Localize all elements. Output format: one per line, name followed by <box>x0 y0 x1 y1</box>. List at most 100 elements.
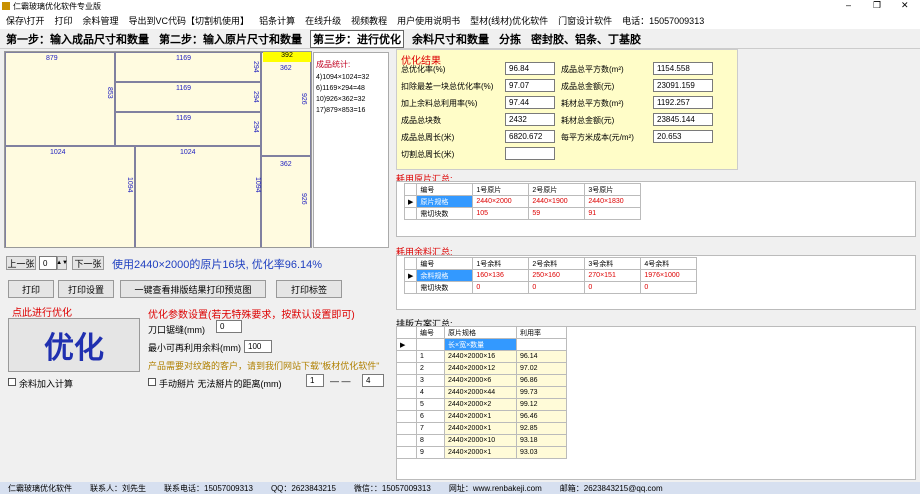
table-cell[interactable]: 0 <box>640 281 698 294</box>
layout-canvas[interactable]: 879 853 1169 294 1169 294 1169 294 362 926 36… <box>4 51 312 248</box>
step-1[interactable]: 第一步：输入成品尺寸和数量 <box>4 31 151 47</box>
table-cell[interactable]: 2440×2000×2 <box>444 398 517 411</box>
table-row[interactable]: 7 2440×2000×1 92.85 <box>396 422 567 435</box>
table-cell[interactable]: 0 <box>528 281 586 294</box>
page-spinner[interactable]: ▲▼ <box>56 256 68 270</box>
table-cell[interactable] <box>516 338 567 351</box>
maximize-icon[interactable]: ❐ <box>873 0 881 11</box>
leftover-checkbox[interactable] <box>8 378 16 386</box>
table-row[interactable]: ▶ 余料规格 160×136 250×160 270×151 1976×1000 <box>403 269 698 282</box>
next-page-button[interactable]: 下一张 <box>72 256 104 270</box>
table-cell[interactable]: 1976×1000 <box>640 269 698 282</box>
table-cell[interactable]: 2440×2000×1 <box>444 446 517 459</box>
table-cell[interactable]: 2440×2000×10 <box>444 434 517 447</box>
table-cell[interactable]: 0 <box>584 281 642 294</box>
table-cell[interactable]: 2440×2000×1 <box>444 422 517 435</box>
result-value[interactable]: 2432 <box>505 113 555 126</box>
min-leftover-input[interactable]: 100 <box>244 340 272 353</box>
manual-distance-1[interactable]: 1 <box>306 374 324 387</box>
table-cell[interactable]: 250×160 <box>528 269 586 282</box>
table-row[interactable]: 8 2440×2000×10 93.18 <box>396 434 567 447</box>
table-row[interactable]: 2 2440×2000×12 97.02 <box>396 362 567 375</box>
table-cell[interactable]: 0 <box>472 281 530 294</box>
table-row[interactable]: 9 2440×2000×1 93.03 <box>396 446 567 459</box>
optimize-button[interactable]: 优化 <box>8 318 140 372</box>
table-row[interactable]: 3 2440×2000×6 96.86 <box>396 374 567 387</box>
table-cell[interactable]: 1 <box>416 350 445 363</box>
table-cell[interactable]: 105 <box>472 207 530 220</box>
table-cell[interactable]: 2440×1900 <box>528 195 586 208</box>
manual-distance-2[interactable]: 4 <box>362 374 384 387</box>
page-input[interactable]: 0 <box>39 256 57 270</box>
table-cell[interactable]: 93.03 <box>516 446 567 459</box>
table-row[interactable]: ▶ 长×宽×数量 <box>396 338 567 351</box>
result-value[interactable]: 6820.672 <box>505 130 555 143</box>
minimize-icon[interactable]: – <box>846 0 851 10</box>
table-cell[interactable]: 需切块数 <box>416 207 474 220</box>
table-row[interactable]: ▶ 原片规格 2440×2000 2440×1900 2440×1830 <box>403 195 642 208</box>
table-row[interactable]: 6 2440×2000×1 96.46 <box>396 410 567 423</box>
table-row[interactable]: 4 2440×2000×44 99.73 <box>396 386 567 399</box>
table-row[interactable]: 需切块数 0 0 0 0 <box>403 281 698 294</box>
result-value[interactable]: 97.44 <box>505 96 555 109</box>
result-value[interactable]: 96.84 <box>505 62 555 75</box>
prev-page-button[interactable]: 上一张 <box>6 256 36 270</box>
table-cell[interactable]: 2440×2000×16 <box>444 350 517 363</box>
table-cell[interactable]: 160×136 <box>472 269 530 282</box>
menu-door[interactable]: 门窗设计软件 <box>558 14 612 27</box>
print-button[interactable]: 打印 <box>8 280 54 298</box>
preview-button[interactable]: 一键查看排版结果打印预览图 <box>120 280 266 298</box>
table-cell[interactable]: 99.12 <box>516 398 567 411</box>
table-cell[interactable]: 2440×2000×44 <box>444 386 517 399</box>
menu-leftover[interactable]: 余料管理 <box>83 14 119 27</box>
result-value[interactable]: 20.653 <box>653 130 713 143</box>
print-setup-button[interactable]: 打印设置 <box>58 280 114 298</box>
result-value[interactable]: 1192.257 <box>653 96 713 109</box>
table-cell[interactable]: 2440×2000×6 <box>444 374 517 387</box>
table-cell[interactable]: 96.86 <box>516 374 567 387</box>
menu-export[interactable]: 导出到VC代码【切割机使用】 <box>129 14 250 27</box>
table-cell[interactable]: 93.18 <box>516 434 567 447</box>
table-cell[interactable]: 59 <box>528 207 586 220</box>
table-cell[interactable]: 2440×2000 <box>472 195 530 208</box>
table-row[interactable]: 5 2440×2000×2 99.12 <box>396 398 567 411</box>
result-value[interactable]: 23091.159 <box>653 79 713 92</box>
manual-checkbox[interactable] <box>148 378 156 386</box>
table-cell[interactable]: 长×宽×数量 <box>444 338 517 351</box>
table-cell[interactable]: 8 <box>416 434 445 447</box>
table-row[interactable]: 需切块数 105 59 91 <box>403 207 642 220</box>
table-cell[interactable]: 91 <box>584 207 642 220</box>
table-cell[interactable]: 2440×2000×12 <box>444 362 517 375</box>
table-cell[interactable]: 6 <box>416 410 445 423</box>
menu-aluminum[interactable]: 铝条计算 <box>259 14 295 27</box>
table-cell[interactable]: 92.85 <box>516 422 567 435</box>
step-2[interactable]: 第二步：输入原片尺寸和数量 <box>157 31 304 47</box>
kerf-input[interactable]: 0 <box>216 320 242 333</box>
result-value[interactable]: 97.07 <box>505 79 555 92</box>
step-sort[interactable]: 分拣 <box>497 31 523 47</box>
table-cell[interactable]: 97.02 <box>516 362 567 375</box>
table-row[interactable]: 1 2440×2000×16 96.14 <box>396 350 567 363</box>
menu-print[interactable]: 打印 <box>55 14 73 27</box>
step-3[interactable]: 第三步：进行优化 <box>310 29 404 48</box>
menu-save-open[interactable]: 保存\打开 <box>6 14 45 27</box>
table-cell[interactable]: 5 <box>416 398 445 411</box>
print-label-button[interactable]: 打印标签 <box>276 280 342 298</box>
table-cell[interactable]: 余料规格 <box>416 269 474 282</box>
result-value[interactable]: 23845.144 <box>653 113 713 126</box>
table-cell[interactable]: 9 <box>416 446 445 459</box>
menu-video[interactable]: 视频教程 <box>351 14 387 27</box>
table-cell[interactable]: 7 <box>416 422 445 435</box>
menu-profile[interactable]: 型材(线材)优化软件 <box>470 14 548 27</box>
menu-update[interactable]: 在线升级 <box>305 14 341 27</box>
table-cell[interactable]: 270×151 <box>584 269 642 282</box>
result-value[interactable] <box>505 147 555 160</box>
table-cell[interactable]: 4 <box>416 386 445 399</box>
result-value[interactable]: 1154.558 <box>653 62 713 75</box>
step-leftover[interactable]: 余料尺寸和数量 <box>410 31 491 47</box>
table-cell[interactable]: 2 <box>416 362 445 375</box>
table-cell[interactable]: 2440×2000×1 <box>444 410 517 423</box>
close-icon[interactable]: ✕ <box>901 0 909 11</box>
table-cell[interactable]: 96.14 <box>516 350 567 363</box>
table-cell[interactable]: 2440×1830 <box>584 195 642 208</box>
